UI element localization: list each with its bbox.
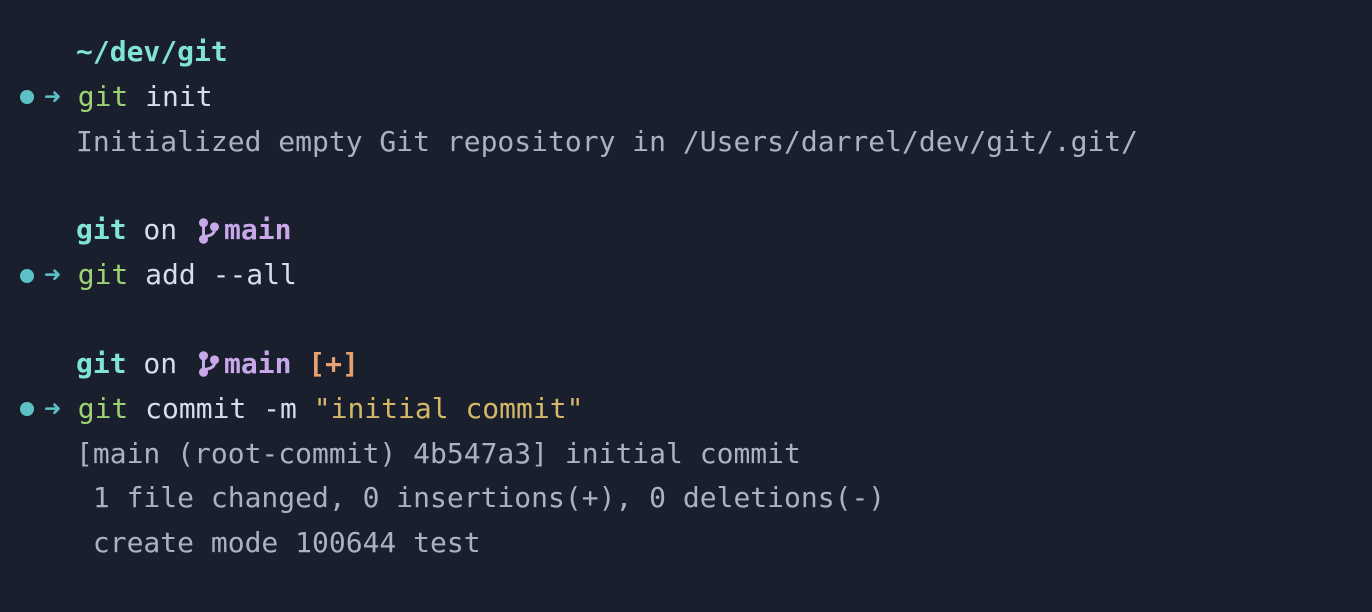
output-text: Initialized empty Git repository in /Use… bbox=[76, 120, 1138, 165]
command-args: add --all bbox=[128, 253, 297, 298]
prompt-arrow-icon: ➜ bbox=[44, 75, 61, 120]
terminal-output-line: Initialized empty Git repository in /Use… bbox=[20, 120, 1352, 165]
terminal-command-line-3[interactable]: ➜ git commit -m "initial commit" bbox=[20, 387, 1352, 432]
branch-status: [+] bbox=[291, 342, 358, 387]
prompt-bullet-icon bbox=[20, 402, 34, 416]
branch-icon bbox=[198, 217, 220, 245]
command-git: git bbox=[78, 253, 129, 298]
prompt-arrow-icon: ➜ bbox=[44, 387, 61, 432]
branch-name: main bbox=[224, 342, 291, 387]
terminal-output-line: create mode 100644 test bbox=[20, 521, 1352, 566]
output-text: 1 file changed, 0 insertions(+), 0 delet… bbox=[76, 476, 885, 521]
prompt-bullet-icon bbox=[20, 269, 34, 283]
on-text: on bbox=[127, 342, 194, 387]
terminal-cwd-line: ~/dev/git bbox=[20, 30, 1352, 75]
command-git: git bbox=[78, 387, 129, 432]
command-string: "initial commit" bbox=[314, 387, 584, 432]
cwd-path: ~/dev/git bbox=[76, 30, 228, 75]
terminal-context-line-2: git on main bbox=[20, 208, 1352, 253]
prompt-arrow-icon: ➜ bbox=[44, 253, 61, 298]
branch-icon bbox=[198, 350, 220, 378]
command-args: commit -m bbox=[128, 387, 313, 432]
prompt-bullet-icon bbox=[20, 90, 34, 104]
terminal-output-line: [main (root-commit) 4b547a3] initial com… bbox=[20, 432, 1352, 477]
terminal-context-line-3: git on main [+] bbox=[20, 342, 1352, 387]
command-args: init bbox=[128, 75, 212, 120]
terminal-command-line-2[interactable]: ➜ git add --all bbox=[20, 253, 1352, 298]
repo-name: git bbox=[76, 208, 127, 253]
terminal-command-line-1[interactable]: ➜ git init bbox=[20, 75, 1352, 120]
output-text: create mode 100644 test bbox=[76, 521, 481, 566]
terminal-output-line: 1 file changed, 0 insertions(+), 0 delet… bbox=[20, 476, 1352, 521]
command-git: git bbox=[78, 75, 129, 120]
output-text: [main (root-commit) 4b547a3] initial com… bbox=[76, 432, 801, 477]
on-text: on bbox=[127, 208, 194, 253]
branch-name: main bbox=[224, 208, 291, 253]
repo-name: git bbox=[76, 342, 127, 387]
